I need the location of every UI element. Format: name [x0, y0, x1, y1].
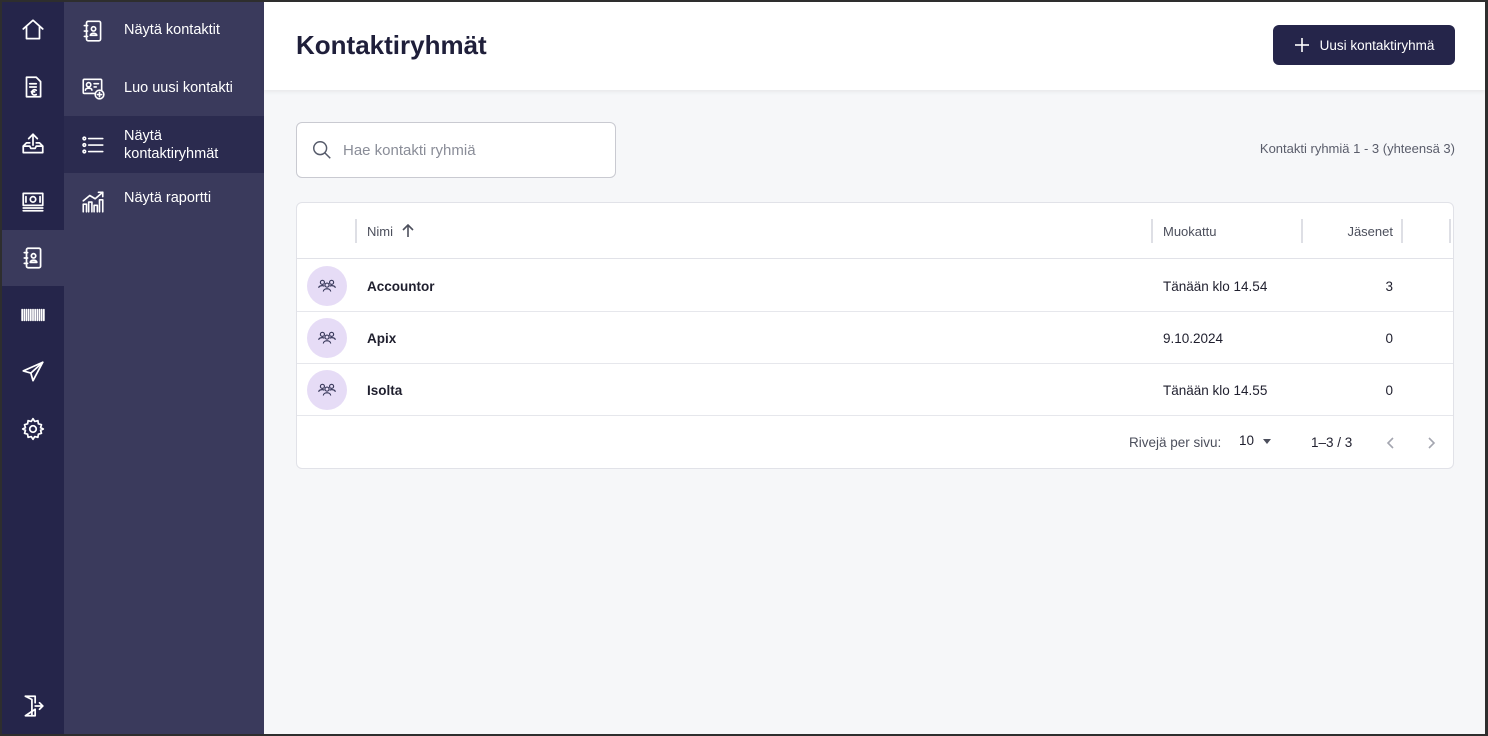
contact-groups-table: Nimi Muokattu Jäsenet Accountor Tänään k…: [296, 202, 1454, 469]
column-separator: [355, 219, 357, 243]
column-separator: [1151, 219, 1153, 243]
table-row[interactable]: Accountor Tänään klo 14.54 3: [297, 260, 1453, 312]
table-header: Nimi Muokattu Jäsenet: [297, 203, 1453, 259]
invoice-icon: [25, 76, 42, 98]
rail-send[interactable]: [2, 344, 64, 400]
sort-ascending-icon: [402, 224, 414, 237]
contact-book-icon: [23, 247, 42, 269]
rail-settings[interactable]: [2, 401, 64, 457]
chevron-right-icon: [1428, 437, 1436, 449]
column-header-members[interactable]: Jäsenet: [1317, 203, 1393, 259]
caret-down-icon: [1263, 438, 1272, 444]
search-icon: [313, 141, 331, 159]
add-contact-icon: [82, 78, 105, 100]
main-content: Kontaktiryhmät Uusi kontaktiryhmä Kontak…: [264, 2, 1485, 734]
group-name: Apix: [367, 330, 397, 346]
page-title: Kontaktiryhmät: [296, 30, 487, 60]
pagination-range: 1–3 / 3: [1311, 435, 1353, 450]
column-header-name[interactable]: Nimi: [367, 203, 415, 259]
rail-contacts[interactable]: [2, 230, 64, 286]
previous-page-button[interactable]: [1379, 431, 1403, 455]
rows-per-page-label: Rivejä per sivu:: [1129, 435, 1222, 450]
group-modified: Tänään klo 14.54: [1163, 278, 1268, 294]
search-box[interactable]: [296, 122, 616, 178]
group-members: 0: [1385, 382, 1393, 398]
subnav-item-report[interactable]: Näytä raportti: [64, 173, 264, 230]
icon-rail: [2, 2, 64, 734]
search-input[interactable]: [343, 141, 593, 159]
table-row[interactable]: Isolta Tänään klo 14.55 0: [297, 364, 1453, 416]
group-name: Isolta: [367, 382, 403, 398]
upload-tray-icon: [22, 133, 44, 154]
new-contact-group-label: Uusi kontaktiryhmä: [1319, 37, 1435, 53]
group-avatar: [307, 266, 347, 306]
column-name-label: Nimi: [367, 223, 393, 239]
report-chart-icon: [82, 190, 104, 213]
group-name: Accountor: [367, 278, 435, 294]
logout-icon: [24, 695, 44, 717]
rail-home[interactable]: [2, 2, 64, 58]
app-window: Näytä kontaktit Luo uusi kontakti Näytä …: [0, 0, 1488, 736]
subnav-item-label: Näytä kontaktiryhmät: [124, 127, 219, 162]
rail-invoices[interactable]: [2, 59, 64, 115]
plus-icon: [1294, 38, 1309, 52]
subnav-item-label: Luo uusi kontakti: [124, 79, 233, 96]
group-avatar: [307, 370, 347, 410]
rows-per-page-value: 10: [1239, 433, 1255, 448]
list-icon: [82, 135, 104, 154]
money-icon: [22, 192, 44, 212]
home-icon: [22, 19, 44, 40]
subnav-item-label: Näytä raportti: [124, 189, 212, 206]
chevron-left-icon: [1386, 437, 1394, 449]
barcode-icon: [21, 308, 45, 322]
subnav-item-show-contacts[interactable]: Näytä kontaktit: [64, 2, 264, 59]
column-separator: [1301, 219, 1303, 243]
column-modified-label: Muokattu: [1163, 223, 1217, 239]
rail-barcode[interactable]: [2, 287, 64, 343]
column-separator: [1449, 219, 1451, 243]
group-icon: [318, 331, 336, 344]
table-row[interactable]: Apix 9.10.2024 0: [297, 312, 1453, 364]
contact-book-icon: [83, 19, 102, 42]
group-icon: [318, 279, 336, 292]
subnav-item-contact-groups[interactable]: Näytä kontaktiryhmät: [64, 116, 264, 173]
table-pagination: Rivejä per sivu: 10 1–3 / 3: [297, 417, 1453, 468]
rows-per-page-select[interactable]: 10: [1239, 433, 1274, 448]
sub-navigation: Näytä kontaktit Luo uusi kontakti Näytä …: [64, 2, 264, 734]
column-members-label: Jäsenet: [1347, 223, 1393, 239]
column-header-modified[interactable]: Muokattu: [1163, 203, 1216, 259]
results-count: Kontakti ryhmiä 1 - 3 (yhteensä 3): [1259, 141, 1455, 156]
group-members: 0: [1385, 330, 1393, 346]
group-icon: [318, 383, 336, 396]
group-avatar: [307, 318, 347, 358]
group-modified: Tänään klo 14.55: [1163, 382, 1268, 398]
subnav-item-new-contact[interactable]: Luo uusi kontakti: [64, 59, 264, 116]
rail-logout[interactable]: [2, 678, 64, 734]
next-page-button[interactable]: [1419, 431, 1443, 455]
new-contact-group-button[interactable]: Uusi kontaktiryhmä: [1273, 25, 1455, 65]
group-modified: 9.10.2024: [1163, 330, 1224, 346]
group-members: 3: [1385, 278, 1393, 294]
column-separator: [1401, 219, 1403, 243]
rail-upload[interactable]: [2, 116, 64, 172]
rail-money[interactable]: [2, 173, 64, 229]
gear-icon: [21, 417, 45, 441]
subnav-item-label: Näytä kontaktit: [124, 21, 220, 38]
send-icon: [22, 361, 44, 382]
page-header: Kontaktiryhmät Uusi kontaktiryhmä: [264, 2, 1485, 90]
